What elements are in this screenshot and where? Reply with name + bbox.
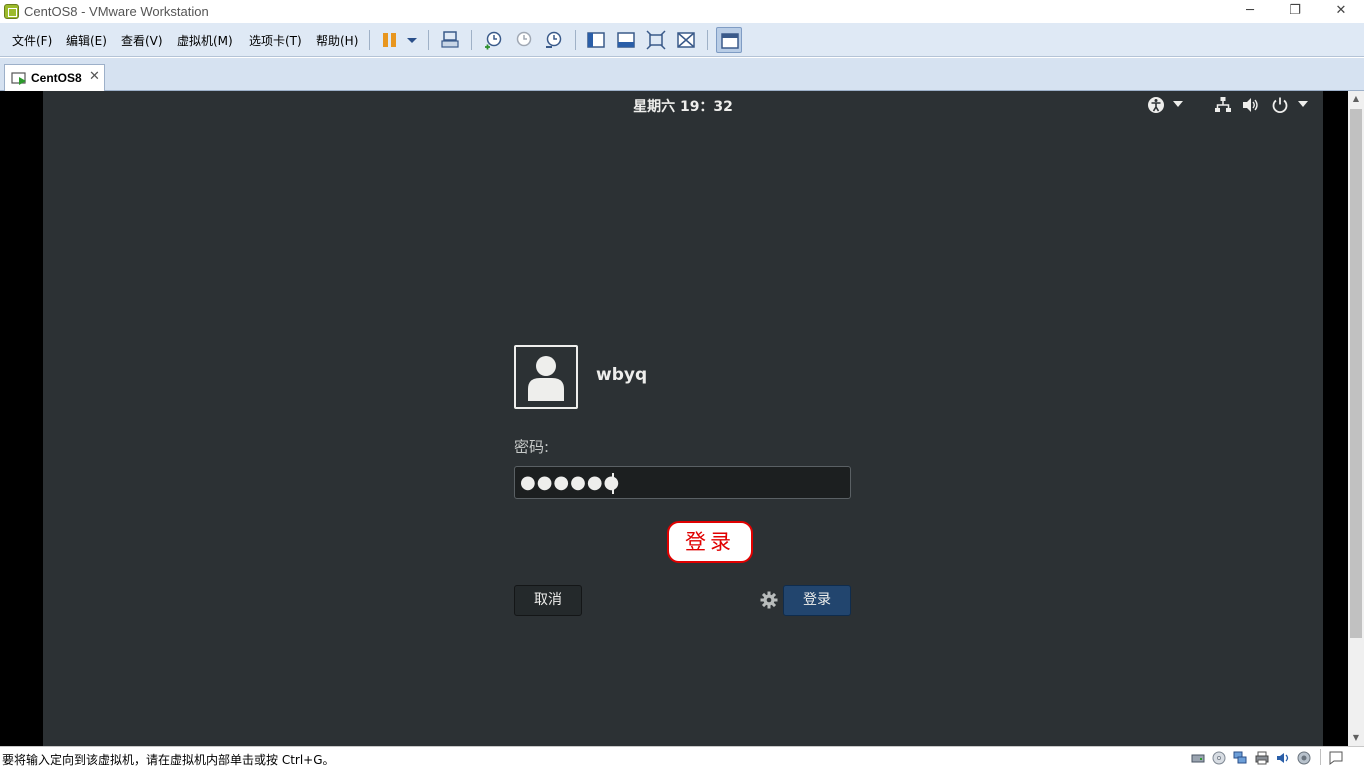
vmware-app-icon [4,4,19,19]
menu-help[interactable]: 帮助(H) [316,32,358,49]
thumbnail-bar-icon[interactable] [616,30,636,50]
hard-disk-icon[interactable] [1191,751,1205,765]
password-mask: ●●●●●● [520,472,621,493]
chevron-down-icon[interactable] [1298,100,1308,108]
revert-snapshot-icon [516,31,532,47]
menu-view[interactable]: 查看(V) [121,32,163,49]
top-bar-clock[interactable]: 星期六 19：32 [43,96,1323,116]
gdm-login-screen[interactable]: 星期六 19：32 wbyq 密码: ●●●●●● 登录 取消 登录 [43,91,1323,746]
toolbar-separator [471,30,472,50]
restore-button[interactable]: ❐ [1272,0,1318,23]
user-avatar-icon [528,356,564,401]
snapshot-manager-icon[interactable] [543,30,563,50]
cd-dvd-icon[interactable] [1212,751,1226,765]
printer-icon[interactable] [1255,751,1269,765]
window-title-bar: CentOS8 - VMware Workstation ─ ❐ ✕ [0,0,1364,23]
toolbar-separator [369,30,370,50]
toolbar-separator [428,30,429,50]
chevron-down-icon[interactable] [402,30,422,50]
password-label: 密码: [514,438,550,456]
display-icon[interactable] [1297,751,1311,765]
pause-icon[interactable] [380,30,400,50]
status-separator [1320,749,1321,765]
status-message: 要将输入定向到该虚拟机，请在虚拟机内部单击或按 Ctrl+G。 [2,753,335,767]
vm-tab-strip: CentOS8 ✕ [0,58,1364,92]
full-screen-icon[interactable] [646,30,666,50]
session-settings-gear-icon[interactable] [760,591,778,609]
scroll-down-arrow[interactable]: ▼ [1348,730,1364,746]
toolbar-separator [575,30,576,50]
tab-centos8[interactable]: CentOS8 ✕ [4,64,105,92]
menu-tabs[interactable]: 选项卡(T) [249,32,302,49]
snapshot-icon[interactable] [483,30,503,50]
login-dialog: wbyq 密码: ●●●●●● [514,345,851,625]
network-wired-icon[interactable] [1214,96,1232,114]
send-ctrl-alt-del-icon[interactable] [440,30,460,50]
scroll-up-arrow[interactable]: ▲ [1348,91,1364,107]
console-view-icon [721,33,739,49]
text-cursor [612,473,614,494]
chevron-down-icon[interactable] [1173,100,1183,108]
vm-display[interactable]: 星期六 19：32 wbyq 密码: ●●●●●● 登录 取消 登录 [0,91,1348,746]
user-avatar [514,345,578,409]
message-log-icon[interactable] [1329,751,1343,765]
tab-close-button[interactable]: ✕ [89,69,100,84]
tab-label: CentOS8 [31,71,82,85]
unity-icon[interactable] [676,30,696,50]
close-button[interactable]: ✕ [1318,0,1364,23]
password-input[interactable]: ●●●●●● [514,466,851,499]
show-library-icon[interactable] [586,30,606,50]
volume-icon[interactable] [1242,96,1260,114]
menu-edit[interactable]: 编辑(E) [66,32,107,49]
username-label: wbyq [596,365,648,385]
scroll-thumb[interactable] [1350,109,1362,638]
menu-toolbar: 文件(F) 编辑(E) 查看(V) 虚拟机(M) 选项卡(T) 帮助(H) [0,23,1364,57]
window-title: CentOS8 - VMware Workstation [24,4,209,19]
vm-running-icon [11,72,26,85]
network-adapter-icon[interactable] [1233,751,1247,765]
cancel-button[interactable]: 取消 [514,585,582,616]
menu-vm[interactable]: 虚拟机(M) [177,32,233,49]
status-bar: 要将输入定向到该虚拟机，请在虚拟机内部单击或按 Ctrl+G。 [0,746,1364,767]
power-icon[interactable] [1271,96,1289,114]
menu-file[interactable]: 文件(F) [12,32,52,49]
annotation-callout: 登录 [667,521,753,563]
toolbar-separator [707,30,708,50]
sound-card-icon[interactable] [1276,751,1290,765]
console-view-toggle[interactable] [716,27,742,53]
accessibility-icon[interactable] [1147,96,1165,114]
minimize-button[interactable]: ─ [1227,0,1273,23]
vertical-scrollbar[interactable]: ▲ ▼ [1348,91,1364,746]
login-button[interactable]: 登录 [783,585,851,616]
